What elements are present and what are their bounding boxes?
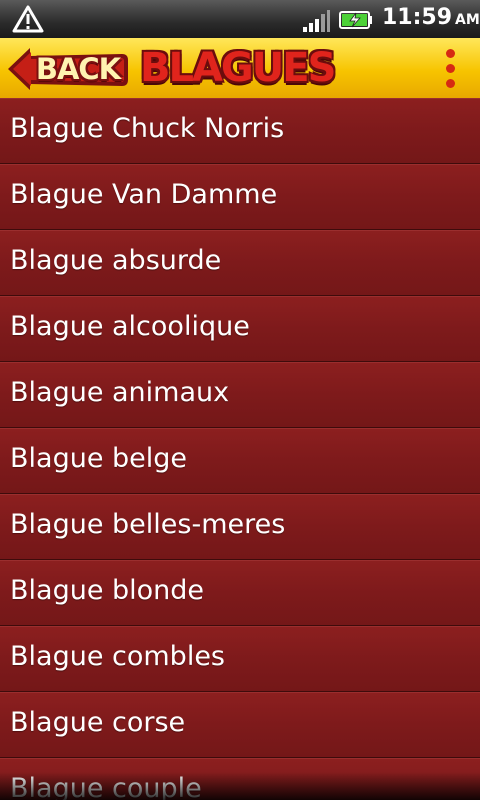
list-item[interactable]: Blague blonde — [0, 560, 480, 626]
menu-dot — [446, 79, 455, 88]
list-item-label: Blague blonde — [10, 575, 205, 606]
list-item-label: Blague animaux — [10, 377, 230, 408]
warning-icon — [12, 5, 44, 33]
list-item-label: Blague corse — [10, 707, 186, 738]
list-item[interactable]: Blague absurde — [0, 230, 480, 296]
back-button-label: BACK — [35, 52, 121, 86]
status-clock: 11:59 AM — [382, 5, 480, 30]
list-item[interactable]: Blague alcoolique — [0, 296, 480, 362]
list-item-label: Blague Chuck Norris — [10, 113, 285, 144]
menu-dot — [446, 64, 455, 73]
app-header: BACK BLAGUES — [0, 38, 480, 100]
list-item-label: Blague belles-meres — [10, 509, 286, 540]
list-item[interactable]: Blague corse — [0, 692, 480, 758]
overflow-menu-icon[interactable] — [436, 46, 466, 92]
battery-charging-icon — [339, 11, 372, 29]
list-item[interactable]: Blague couple — [0, 758, 480, 800]
list-item-label: Blague Van Damme — [10, 179, 278, 210]
list-item-label: Blague combles — [10, 641, 225, 672]
category-list[interactable]: Blague Chuck Norris Blague Van Damme Bla… — [0, 98, 480, 800]
list-item[interactable]: Blague Van Damme — [0, 164, 480, 230]
app-title: BLAGUES — [140, 45, 336, 91]
list-item-label: Blague absurde — [10, 245, 222, 276]
clock-ampm: AM — [455, 12, 480, 28]
list-item-label: Blague belge — [10, 443, 188, 474]
back-button[interactable]: BACK — [4, 46, 130, 92]
list-item[interactable]: Blague combles — [0, 626, 480, 692]
list-item[interactable]: Blague Chuck Norris — [0, 98, 480, 164]
menu-dot — [446, 49, 455, 58]
list-item[interactable]: Blague belles-meres — [0, 494, 480, 560]
list-item[interactable]: Blague animaux — [0, 362, 480, 428]
signal-icon — [303, 10, 330, 32]
list-item-label: Blague alcoolique — [10, 311, 250, 342]
clock-time: 11:59 — [382, 5, 453, 30]
status-bar: 11:59 AM — [0, 0, 480, 38]
list-item-label: Blague couple — [10, 773, 202, 800]
list-item[interactable]: Blague belge — [0, 428, 480, 494]
